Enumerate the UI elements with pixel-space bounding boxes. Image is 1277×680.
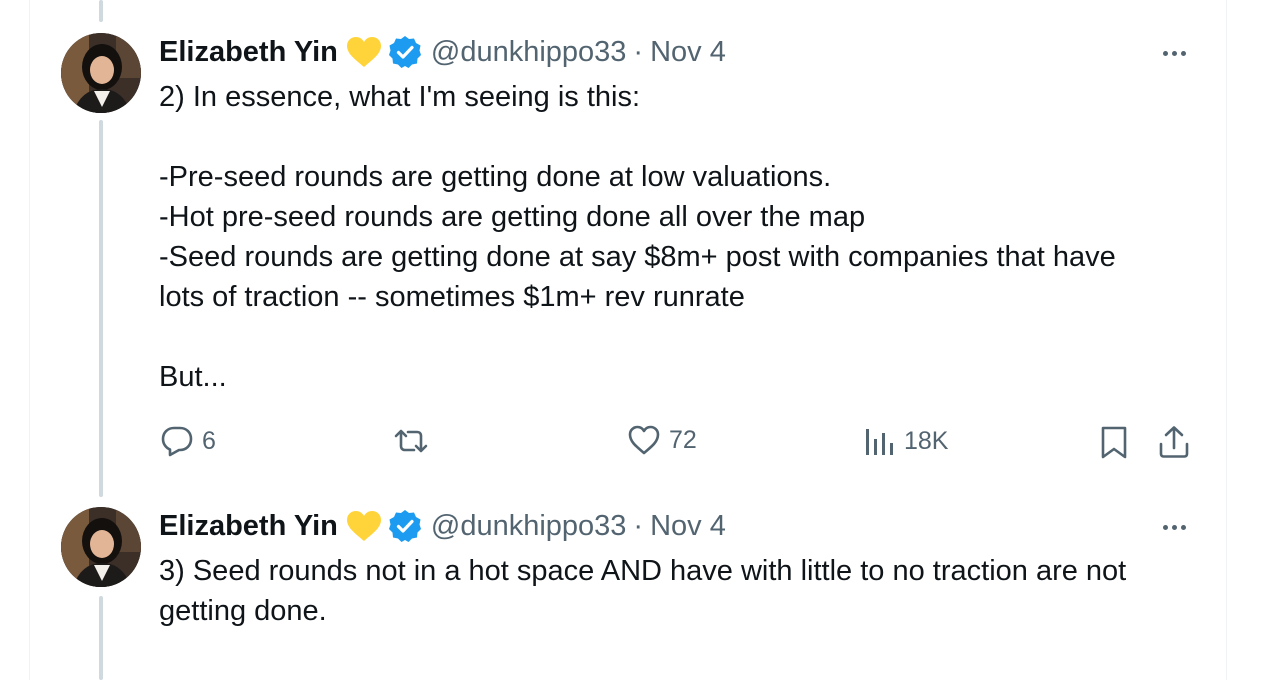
bookmark-button[interactable]	[1099, 424, 1129, 460]
author-name[interactable]: Elizabeth Yin	[159, 36, 338, 69]
like-button[interactable]: 72	[627, 424, 697, 456]
author-name[interactable]: Elizabeth Yin	[159, 510, 338, 543]
views-icon	[864, 424, 896, 458]
yellow-heart-icon	[346, 36, 382, 68]
tweet-text-line: getting done.	[159, 595, 327, 627]
tweet-text-line: -Seed rounds are getting done at say $8m…	[159, 241, 1116, 273]
retweet-button[interactable]	[392, 426, 430, 456]
yellow-heart-icon	[346, 510, 382, 542]
tweet-text-line: 2) In essence, what I'm seeing is this:	[159, 81, 641, 113]
more-icon[interactable]	[1156, 38, 1192, 68]
like-icon	[627, 424, 661, 456]
reply-button[interactable]: 6	[160, 424, 216, 458]
reply-icon	[160, 424, 194, 458]
tweet-text-line: -Pre-seed rounds are getting done at low…	[159, 161, 832, 193]
tweet-text-line: But...	[159, 361, 227, 393]
tweet-text-line	[159, 317, 1209, 357]
more-icon[interactable]	[1156, 512, 1192, 542]
author-handle[interactable]: @dunkhippo33	[431, 510, 627, 543]
tweet-text-line	[159, 117, 1209, 157]
tweet-text-line: lots of traction -- sometimes $1m+ rev r…	[159, 281, 745, 313]
bookmark-icon	[1099, 424, 1129, 460]
tweet-date[interactable]: Nov 4	[650, 510, 726, 543]
tweet-header: Elizabeth Yin @dunkhippo33 · Nov 4	[159, 32, 726, 72]
tweet-date[interactable]: Nov 4	[650, 36, 726, 69]
like-count: 72	[669, 425, 697, 454]
views-count: 18K	[904, 426, 949, 455]
separator-dot: ·	[633, 35, 644, 68]
verified-badge-icon[interactable]	[388, 35, 422, 69]
reply-count: 6	[202, 426, 216, 455]
avatar[interactable]	[61, 507, 141, 587]
share-icon	[1157, 424, 1191, 460]
avatar[interactable]	[61, 33, 141, 113]
tweet[interactable]: Elizabeth Yin @dunkhippo33 · Nov 4 2) In…	[0, 0, 1277, 500]
share-button[interactable]	[1157, 424, 1191, 460]
tweet-text: 3) Seed rounds not in a hot space AND ha…	[159, 551, 1209, 631]
tweet[interactable]: Elizabeth Yin @dunkhippo33 · Nov 4 3) Se…	[0, 500, 1277, 680]
author-handle[interactable]: @dunkhippo33	[431, 36, 627, 69]
retweet-icon	[392, 426, 430, 456]
views-button[interactable]: 18K	[864, 424, 948, 458]
verified-badge-icon[interactable]	[388, 509, 422, 543]
tweet-header: Elizabeth Yin @dunkhippo33 · Nov 4	[159, 506, 726, 546]
tweet-text-line: 3) Seed rounds not in a hot space AND ha…	[159, 555, 1127, 587]
tweet-text-line: -Hot pre-seed rounds are getting done al…	[159, 201, 866, 233]
separator-dot: ·	[633, 509, 644, 542]
tweet-actions: 6 72 18K	[0, 422, 1277, 462]
tweet-text: 2) In essence, what I'm seeing is this: …	[159, 77, 1209, 397]
